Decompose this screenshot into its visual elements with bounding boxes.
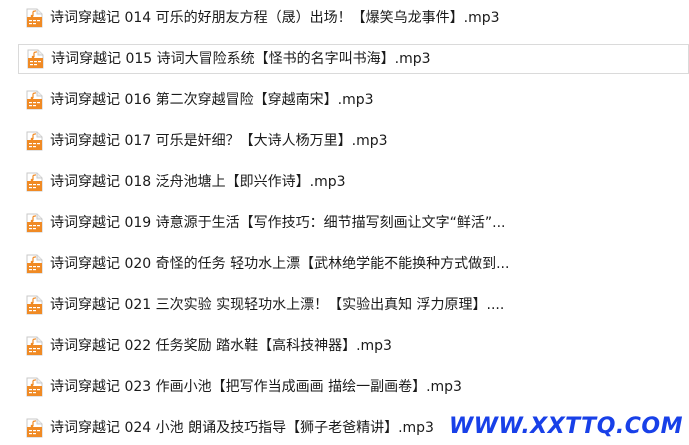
file-name: 诗词穿越记 023 作画小池【把写作当成画画 描绘一副画卷】.mp3 [50,379,462,395]
audio-file-icon [26,8,43,28]
file-list-item[interactable]: 诗词穿越记 022 任务奖励 踏水鞋【高科技神器】.mp3 [18,331,689,361]
file-name: 诗词穿越记 016 第二次穿越冒险【穿越南宋】.mp3 [50,92,374,108]
watermark-text: WWW.XXTTQ.COM [449,414,683,439]
file-list-item[interactable]: 诗词穿越记 014 可乐的好朋友方程（晟）出场！【爆笑乌龙事件】.mp3 [18,3,689,33]
file-name: 诗词穿越记 014 可乐的好朋友方程（晟）出场！【爆笑乌龙事件】.mp3 [50,10,500,26]
file-list-item[interactable]: 诗词穿越记 023 作画小池【把写作当成画画 描绘一副画卷】.mp3 [18,372,689,402]
file-list-item[interactable]: 诗词穿越记 016 第二次穿越冒险【穿越南宋】.mp3 [18,85,689,115]
audio-file-icon [26,254,43,274]
audio-file-icon [26,295,43,315]
audio-file-icon [26,213,43,233]
audio-file-icon [26,172,43,192]
audio-file-icon [26,377,43,397]
file-list-item[interactable]: 诗词穿越记 018 泛舟池塘上【即兴作诗】.mp3 [18,167,689,197]
audio-file-icon [26,336,43,356]
file-name: 诗词穿越记 018 泛舟池塘上【即兴作诗】.mp3 [50,174,346,190]
file-list-item[interactable]: 诗词穿越记 021 三次实验 实现轻功水上漂！【实验出真知 浮力原理】.... [18,290,689,320]
file-name: 诗词穿越记 022 任务奖励 踏水鞋【高科技神器】.mp3 [50,338,392,354]
file-name: 诗词穿越记 020 奇怪的任务 轻功水上漂【武林绝学能不能换种方式做到... [50,256,510,272]
file-name: 诗词穿越记 019 诗意源于生活【写作技巧：细节描写刻画让文字“鲜活”... [50,215,506,231]
file-list: 诗词穿越记 014 可乐的好朋友方程（晟）出场！【爆笑乌龙事件】.mp3 诗词穿… [0,0,689,445]
audio-file-icon [27,49,44,69]
file-list-item[interactable]: 诗词穿越记 015 诗词大冒险系统【怪书的名字叫书海】.mp3 [18,44,689,74]
file-name: 诗词穿越记 024 小池 朗诵及技巧指导【狮子老爸精讲】.mp3 [50,420,434,436]
file-name: 诗词穿越记 021 三次实验 实现轻功水上漂！【实验出真知 浮力原理】.... [50,297,505,313]
file-name: 诗词穿越记 015 诗词大冒险系统【怪书的名字叫书海】.mp3 [51,51,431,67]
audio-file-icon [26,418,43,438]
file-list-item[interactable]: 诗词穿越记 017 可乐是奸细？【大诗人杨万里】.mp3 [18,126,689,156]
file-list-item[interactable]: 诗词穿越记 019 诗意源于生活【写作技巧：细节描写刻画让文字“鲜活”... [18,208,689,238]
file-list-item[interactable]: 诗词穿越记 020 奇怪的任务 轻功水上漂【武林绝学能不能换种方式做到... [18,249,689,279]
audio-file-icon [26,131,43,151]
file-name: 诗词穿越记 017 可乐是奸细？【大诗人杨万里】.mp3 [50,133,388,149]
audio-file-icon [26,90,43,110]
